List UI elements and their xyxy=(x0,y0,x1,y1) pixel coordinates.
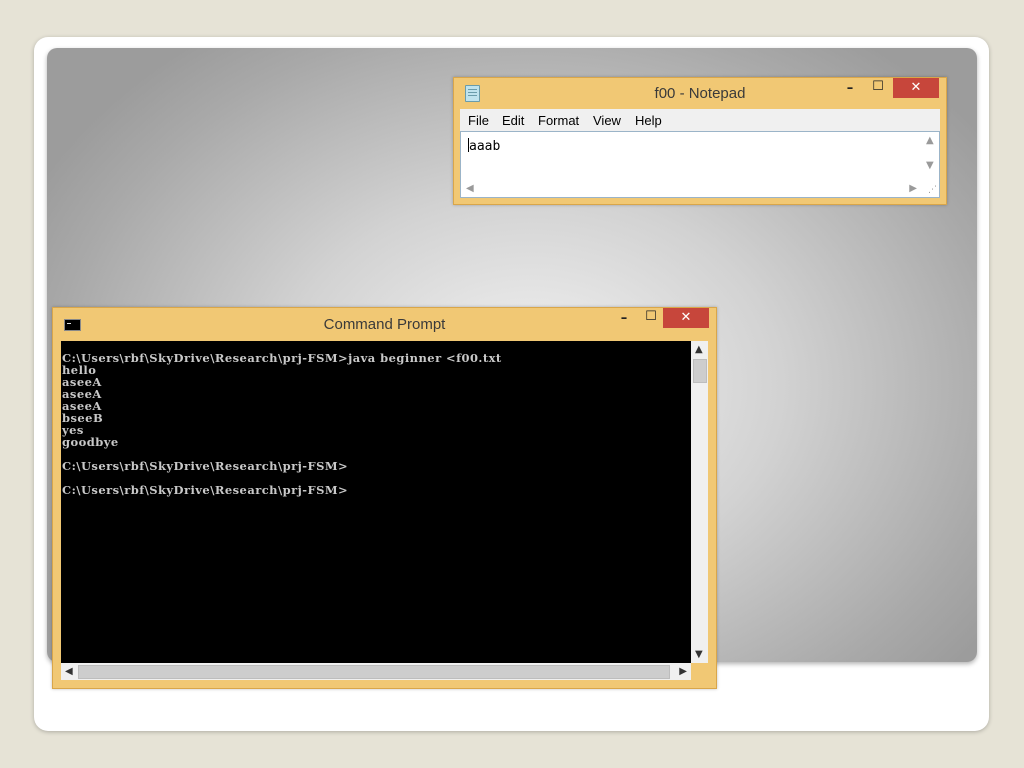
scroll-down-icon[interactable]: ▼ xyxy=(695,649,703,660)
scroll-left-icon[interactable]: ◀ xyxy=(466,183,474,194)
menu-format[interactable]: Format xyxy=(538,113,579,128)
notepad-menubar: File Edit Format View Help xyxy=(460,109,940,131)
notepad-window[interactable]: f00 - Notepad – ☐ ✕ File Edit Format Vie… xyxy=(453,77,947,205)
scroll-up-icon[interactable]: ▲ xyxy=(926,135,934,146)
cmd-vertical-scrollbar[interactable]: ▲ ▼ xyxy=(691,341,708,663)
cmd-minimize-button[interactable]: – xyxy=(611,308,637,328)
scroll-left-icon[interactable]: ◀ xyxy=(65,666,73,677)
console-output[interactable]: C:\Users\rbf\SkyDrive\Research\prj-FSM>j… xyxy=(61,341,691,663)
console-line: C:\Users\rbf\SkyDrive\Research\prj-FSM>j… xyxy=(62,351,502,365)
menu-edit[interactable]: Edit xyxy=(502,113,524,128)
command-prompt-window[interactable]: Command Prompt – ☐ ✕ C:\Users\rbf\SkyDri… xyxy=(52,307,717,689)
console-line: C:\Users\rbf\SkyDrive\Research\prj-FSM> xyxy=(62,483,349,497)
menu-file[interactable]: File xyxy=(468,113,489,128)
menu-help[interactable]: Help xyxy=(635,113,662,128)
console-line: C:\Users\rbf\SkyDrive\Research\prj-FSM> xyxy=(62,459,349,473)
menu-view[interactable]: View xyxy=(593,113,621,128)
notepad-text: aaab xyxy=(469,139,501,154)
cmd-horizontal-scroll-thumb[interactable] xyxy=(78,665,670,679)
cmd-close-button[interactable]: ✕ xyxy=(663,308,709,328)
notepad-maximize-button[interactable]: ☐ xyxy=(865,78,891,98)
notepad-titlebar[interactable]: f00 - Notepad – ☐ ✕ xyxy=(454,78,946,108)
console-line: goodbye xyxy=(62,435,119,449)
notepad-close-button[interactable]: ✕ xyxy=(893,78,939,98)
scroll-right-icon[interactable]: ▶ xyxy=(679,666,687,677)
notepad-text-wrapper: aaab xyxy=(468,138,500,154)
notepad-text-area[interactable]: aaab ▲ ▼ ◀ ▶ ⋰ xyxy=(460,131,940,198)
cmd-maximize-button[interactable]: ☐ xyxy=(638,308,664,328)
cmd-vertical-scroll-thumb[interactable] xyxy=(693,359,707,383)
scroll-down-icon[interactable]: ▼ xyxy=(926,160,934,171)
notepad-horizontal-scrollbar[interactable]: ◀ ▶ xyxy=(461,181,922,197)
notepad-vertical-scrollbar[interactable]: ▲ ▼ xyxy=(922,132,939,180)
scroll-right-icon[interactable]: ▶ xyxy=(909,183,917,194)
cmd-titlebar[interactable]: Command Prompt – ☐ ✕ xyxy=(53,308,716,338)
scroll-up-icon[interactable]: ▲ xyxy=(695,344,703,355)
cmd-horizontal-scrollbar[interactable]: ◀ ▶ xyxy=(61,663,691,680)
notepad-minimize-button[interactable]: – xyxy=(837,78,863,98)
resize-grip-icon[interactable]: ⋰ xyxy=(928,185,937,195)
